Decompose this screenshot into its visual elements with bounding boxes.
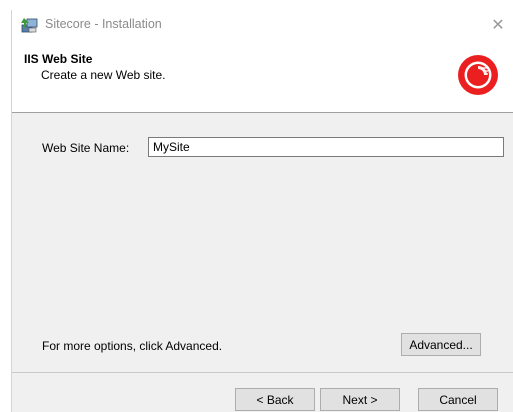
wizard-header: IIS Web Site Create a new Web site. bbox=[12, 40, 513, 113]
advanced-button[interactable]: Advanced... bbox=[401, 333, 481, 356]
sitecore-logo-icon bbox=[457, 54, 499, 96]
next-button[interactable]: Next > bbox=[320, 388, 400, 411]
site-name-input[interactable] bbox=[148, 137, 504, 157]
close-button[interactable]: ✕ bbox=[483, 10, 513, 40]
page-title: IIS Web Site bbox=[24, 52, 93, 66]
installer-window: Sitecore - Installation ✕ IIS Web Site C… bbox=[11, 10, 513, 412]
installer-app-icon bbox=[21, 16, 39, 34]
back-button[interactable]: < Back bbox=[235, 388, 315, 411]
title-bar: Sitecore - Installation ✕ bbox=[12, 10, 513, 40]
advanced-hint: For more options, click Advanced. bbox=[42, 339, 223, 353]
page-subtitle: Create a new Web site. bbox=[41, 68, 166, 82]
footer-separator bbox=[12, 372, 513, 373]
window-title: Sitecore - Installation bbox=[45, 17, 162, 31]
cancel-button[interactable]: Cancel bbox=[418, 388, 498, 411]
site-name-label: Web Site Name: bbox=[42, 141, 130, 155]
